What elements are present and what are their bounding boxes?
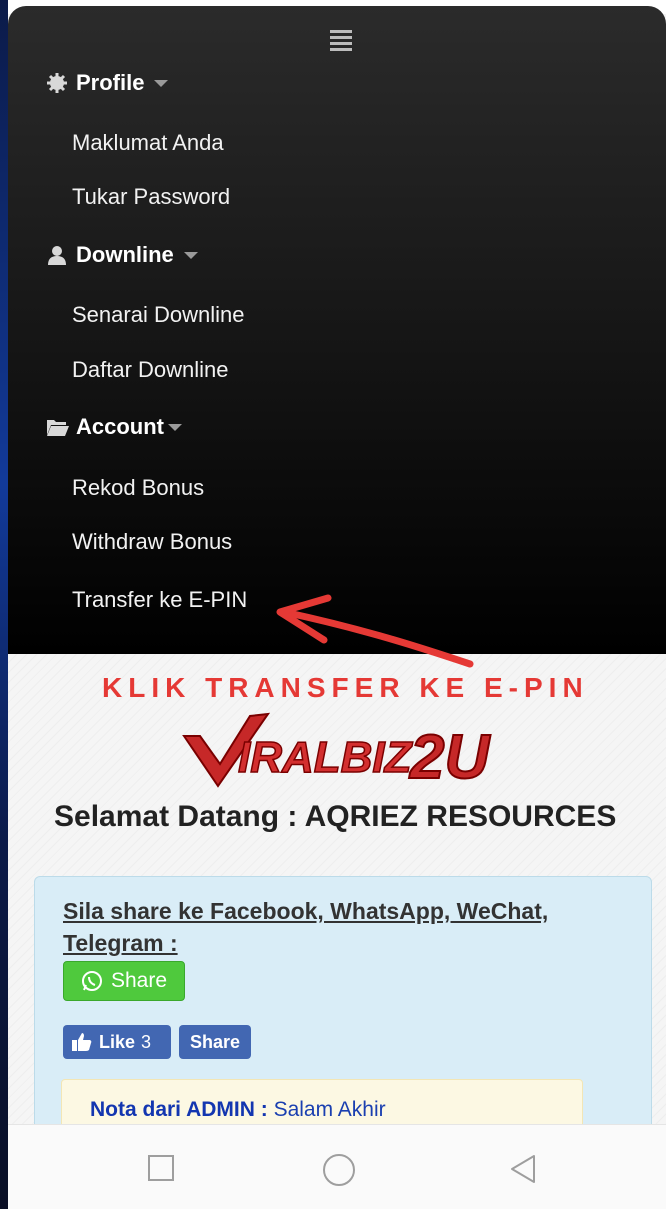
facebook-like-button[interactable]: Like 3 <box>63 1025 171 1059</box>
menu-section-title: Account <box>76 414 164 439</box>
caret-down-icon <box>168 423 182 431</box>
thumbs-up-icon <box>72 1033 92 1051</box>
menu-section-profile[interactable]: Profile <box>46 70 169 96</box>
admin-note-message: Salam Akhir <box>273 1098 386 1121</box>
facebook-like-label: Like <box>99 1031 136 1052</box>
whatsapp-share-button[interactable]: Share <box>63 961 185 1001</box>
recent-apps-button[interactable] <box>146 1153 176 1183</box>
caret-down-icon <box>183 251 198 259</box>
gear-icon <box>46 72 68 94</box>
whatsapp-icon <box>81 971 102 991</box>
user-icon <box>46 244 68 266</box>
viralbiz2u-logo: IRALBIZ 2U <box>178 706 508 796</box>
svg-text:IRALBIZ: IRALBIZ <box>238 733 414 782</box>
admin-note-label: Nota dari ADMIN : <box>90 1098 268 1121</box>
menu-item-rekod-bonus[interactable]: Rekod Bonus <box>72 475 204 501</box>
menu-section-title: Profile <box>76 70 145 95</box>
menu-item-transfer-ke-epin[interactable]: Transfer ke E-PIN <box>72 587 247 613</box>
menu-section-title: Downline <box>76 242 174 267</box>
whatsapp-share-label: Share <box>110 969 168 992</box>
nav-menu: Profile Maklumat Anda Tukar Password Dow… <box>8 6 666 654</box>
phone-screen: Profile Maklumat Anda Tukar Password Dow… <box>8 0 666 1209</box>
welcome-heading: Selamat Datang : AQRIEZ RESOURCES <box>54 800 617 833</box>
annotation-text: KLIK TRANSFER KE E-PIN <box>102 672 589 703</box>
share-instruction: Sila share ke Facebook, WhatsApp, WeChat… <box>63 898 549 956</box>
menu-item-maklumat-anda[interactable]: Maklumat Anda <box>72 130 224 156</box>
caret-down-icon <box>154 79 169 87</box>
menu-item-tukar-password[interactable]: Tukar Password <box>72 184 230 210</box>
android-nav-bar <box>8 1124 666 1209</box>
svg-text:2U: 2U <box>409 723 491 792</box>
back-button[interactable] <box>508 1153 538 1185</box>
facebook-like-count: 3 <box>141 1031 152 1052</box>
menu-item-senarai-downline[interactable]: Senarai Downline <box>72 302 244 328</box>
facebook-share-button[interactable]: Share <box>179 1025 251 1059</box>
admin-note-text: Nota dari ADMIN : Salam Akhir <box>90 1098 386 1122</box>
share-panel: Sila share ke Facebook, WhatsApp, WeChat… <box>34 876 652 1141</box>
hamburger-menu-icon[interactable] <box>330 30 352 52</box>
menu-item-daftar-downline[interactable]: Daftar Downline <box>72 357 229 383</box>
menu-section-account[interactable]: Account <box>46 414 182 440</box>
folder-open-icon <box>46 416 69 438</box>
menu-section-downline[interactable]: Downline <box>46 242 198 268</box>
home-button[interactable] <box>322 1153 356 1187</box>
background-edge <box>0 0 8 1209</box>
menu-item-withdraw-bonus[interactable]: Withdraw Bonus <box>72 529 232 555</box>
